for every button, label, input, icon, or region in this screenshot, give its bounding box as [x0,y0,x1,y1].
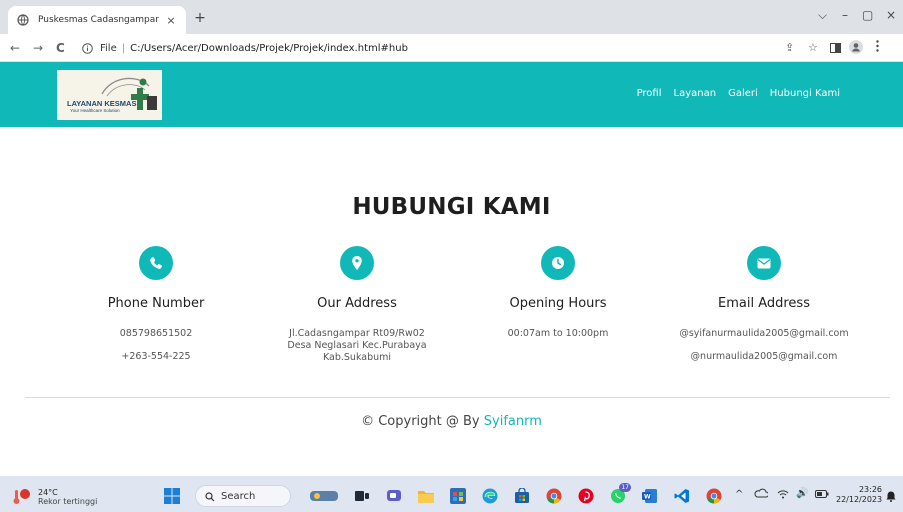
battery-icon[interactable] [815,490,829,501]
edge-icon[interactable] [481,487,499,505]
whatsapp-icon[interactable]: 17 [609,483,631,505]
tab-strip: Puskesmas Cadasngampar × + ⌵ – ▢ × [0,0,903,34]
clock-time: 23:26 [858,485,882,494]
site-logo[interactable]: LAYANAN KESMAS Your Healthcare Solution [57,70,162,120]
chrome-active-icon[interactable] [705,487,723,505]
bookmark-star-icon[interactable]: ☆ [808,41,818,55]
store-icon[interactable] [513,487,531,505]
nav-galeri[interactable]: Galeri [728,88,758,99]
clock-icon [541,246,575,280]
weather-widget[interactable]: 24°C Rekor tertinggi [12,488,97,506]
copyright-text: © Copyright @ By [361,414,484,429]
vscode-icon[interactable] [673,487,691,505]
clock-date: 22/12/2023 [836,495,883,504]
close-window-button[interactable]: × [886,8,896,22]
location-pin-icon [340,246,374,280]
new-tab-button[interactable]: + [192,11,208,25]
profile-avatar-icon[interactable] [849,40,863,58]
taskbar-apps: Search 17 W [163,483,737,507]
phone-number-1: 085798651502 [119,328,193,339]
forward-button[interactable]: → [33,40,43,56]
weather-condition: Rekor tertinggi [38,497,98,506]
contact-phone: Phone Number 085798651502 +263-554-225 [56,246,256,363]
contact-hours: Opening Hours 00:07am to 10:00pm [458,246,658,340]
file-explorer-icon[interactable] [417,487,435,505]
address-url[interactable]: C:/Users/Acer/Downloads/Projek/Projek/in… [130,43,408,54]
tray-chevron-icon[interactable]: ^ [735,490,743,500]
address-bar[interactable]: File | C:/Users/Acer/Downloads/Projek/Pr… [80,37,770,59]
globe-icon [16,13,30,27]
nav-hubungi-kami[interactable]: Hubungi Kami [770,88,840,99]
windows-start-icon[interactable] [163,487,181,505]
side-panel-icon[interactable] [830,43,841,57]
hours-text: 00:07am to 10:00pm [507,328,609,339]
envelope-icon [747,246,781,280]
ms-store-icon[interactable] [449,487,467,505]
nav-profil[interactable]: Profil [637,88,662,99]
email-address-2[interactable]: @nurmaulida2005@gmail.com [664,351,864,363]
phone-heading: Phone Number [107,296,205,311]
footer-divider [25,397,890,398]
wifi-icon[interactable] [777,489,789,502]
taskbar-search-input[interactable]: Search [195,485,291,507]
tab-close-icon[interactable]: × [164,14,178,27]
contact-email: Email Address @syifanurmaulida2005@gmail… [664,246,864,363]
system-clock[interactable]: 23:26 22/12/2023 [836,485,882,505]
email-address-1[interactable]: @syifanurmaulida2005@gmail.com [664,328,864,340]
address-text: Jl.Cadasngampar Rt09/Rw02 Desa Neglasari… [287,328,427,363]
address-separator: | [121,42,126,54]
weather-temp: 24°C [38,488,58,497]
onedrive-icon[interactable] [754,488,769,501]
browser-toolbar: ← → C File | C:/Users/Acer/Downloads/Pro… [0,34,903,62]
notification-bell-icon[interactable] [886,491,896,505]
phone-icon [139,246,173,280]
taskbar: 24°C Rekor tertinggi Search 17 W ^ 🔊 23:… [0,476,903,512]
address-scheme-label: File [100,42,117,54]
kebab-menu-icon[interactable] [876,40,879,56]
search-icon [205,487,215,506]
pinterest-icon[interactable] [577,487,595,505]
section-title: HUBUNGI KAMI [352,194,551,220]
nav-layanan[interactable]: Layanan [674,88,717,99]
phone-number-2: +263-554-225 [121,351,191,362]
address-heading: Our Address [317,296,397,311]
whatsapp-badge: 17 [619,483,631,492]
email-heading: Email Address [718,296,810,311]
search-label: Search [221,490,256,502]
copyright-author-link[interactable]: Syifanrm [484,414,542,429]
maximize-button[interactable]: ▢ [862,8,873,22]
logo-tagline: Your Healthcare Solution [70,108,120,113]
teams-chat-icon[interactable] [385,487,403,505]
task-view-icon[interactable] [353,487,371,505]
tab-title: Puskesmas Cadasngampar [38,15,159,25]
site-header: LAYANAN KESMAS Your Healthcare Solution … [0,62,903,127]
hours-heading: Opening Hours [509,296,607,311]
chrome-icon[interactable] [545,487,563,505]
info-icon[interactable] [80,41,94,55]
thermometer-icon [12,489,32,505]
volume-icon[interactable]: 🔊 [796,489,808,499]
back-button[interactable]: ← [10,40,20,56]
copyright: © Copyright @ By Syifanrm [0,414,903,429]
browser-tab[interactable]: Puskesmas Cadasngampar × [8,6,186,34]
svg-text:W: W [644,494,651,501]
minimize-button[interactable]: – [842,8,848,22]
word-icon[interactable]: W [641,487,659,505]
share-icon[interactable]: ⇪ [785,41,794,55]
logo-name: LAYANAN KESMAS [67,99,137,108]
main-nav: Profil Layanan Galeri Hubungi Kami [637,88,840,99]
contact-address: Our Address Jl.Cadasngampar Rt09/Rw02 De… [257,246,457,364]
reload-button[interactable]: C [56,40,65,56]
widgets-icon[interactable] [309,487,339,505]
tab-search-icon[interactable]: ⌵ [818,8,827,22]
